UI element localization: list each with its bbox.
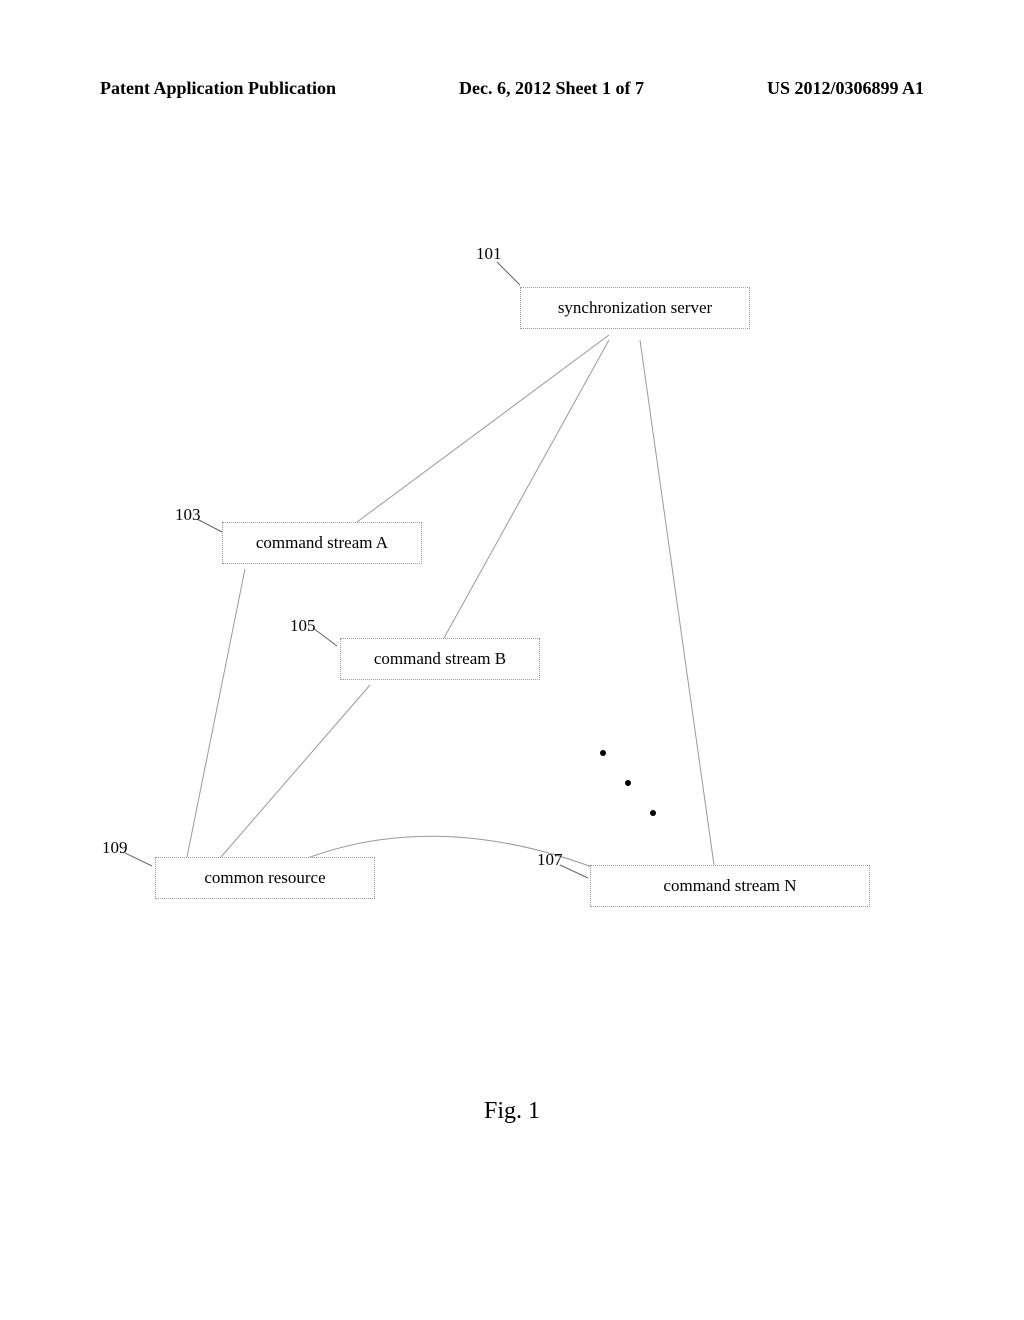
ellipsis-dot (650, 810, 656, 816)
label-101: 101 (476, 244, 502, 264)
header-right: US 2012/0306899 A1 (767, 78, 924, 99)
box-common-resource-label: common resource (204, 868, 325, 887)
box-sync-server-label: synchronization server (558, 298, 712, 317)
box-stream-a: command stream A (222, 522, 422, 564)
figure-caption: Fig. 1 (484, 1098, 540, 1125)
box-stream-n-label: command stream N (663, 876, 796, 895)
ellipsis-dot (600, 750, 606, 756)
diagram: synchronization server 101 command strea… (0, 230, 1024, 1030)
label-103: 103 (175, 505, 201, 525)
box-common-resource: common resource (155, 857, 375, 899)
box-stream-n: command stream N (590, 865, 870, 907)
ellipsis-dot (625, 780, 631, 786)
page-header: Patent Application Publication Dec. 6, 2… (0, 78, 1024, 99)
label-107: 107 (537, 850, 563, 870)
box-sync-server: synchronization server (520, 287, 750, 329)
box-stream-a-label: command stream A (256, 533, 388, 552)
connection-lines (0, 230, 1024, 1030)
label-105: 105 (290, 616, 316, 636)
box-stream-b: command stream B (340, 638, 540, 680)
header-center: Dec. 6, 2012 Sheet 1 of 7 (459, 78, 644, 99)
box-stream-b-label: command stream B (374, 649, 506, 668)
header-left: Patent Application Publication (100, 78, 336, 99)
label-109: 109 (102, 838, 128, 858)
